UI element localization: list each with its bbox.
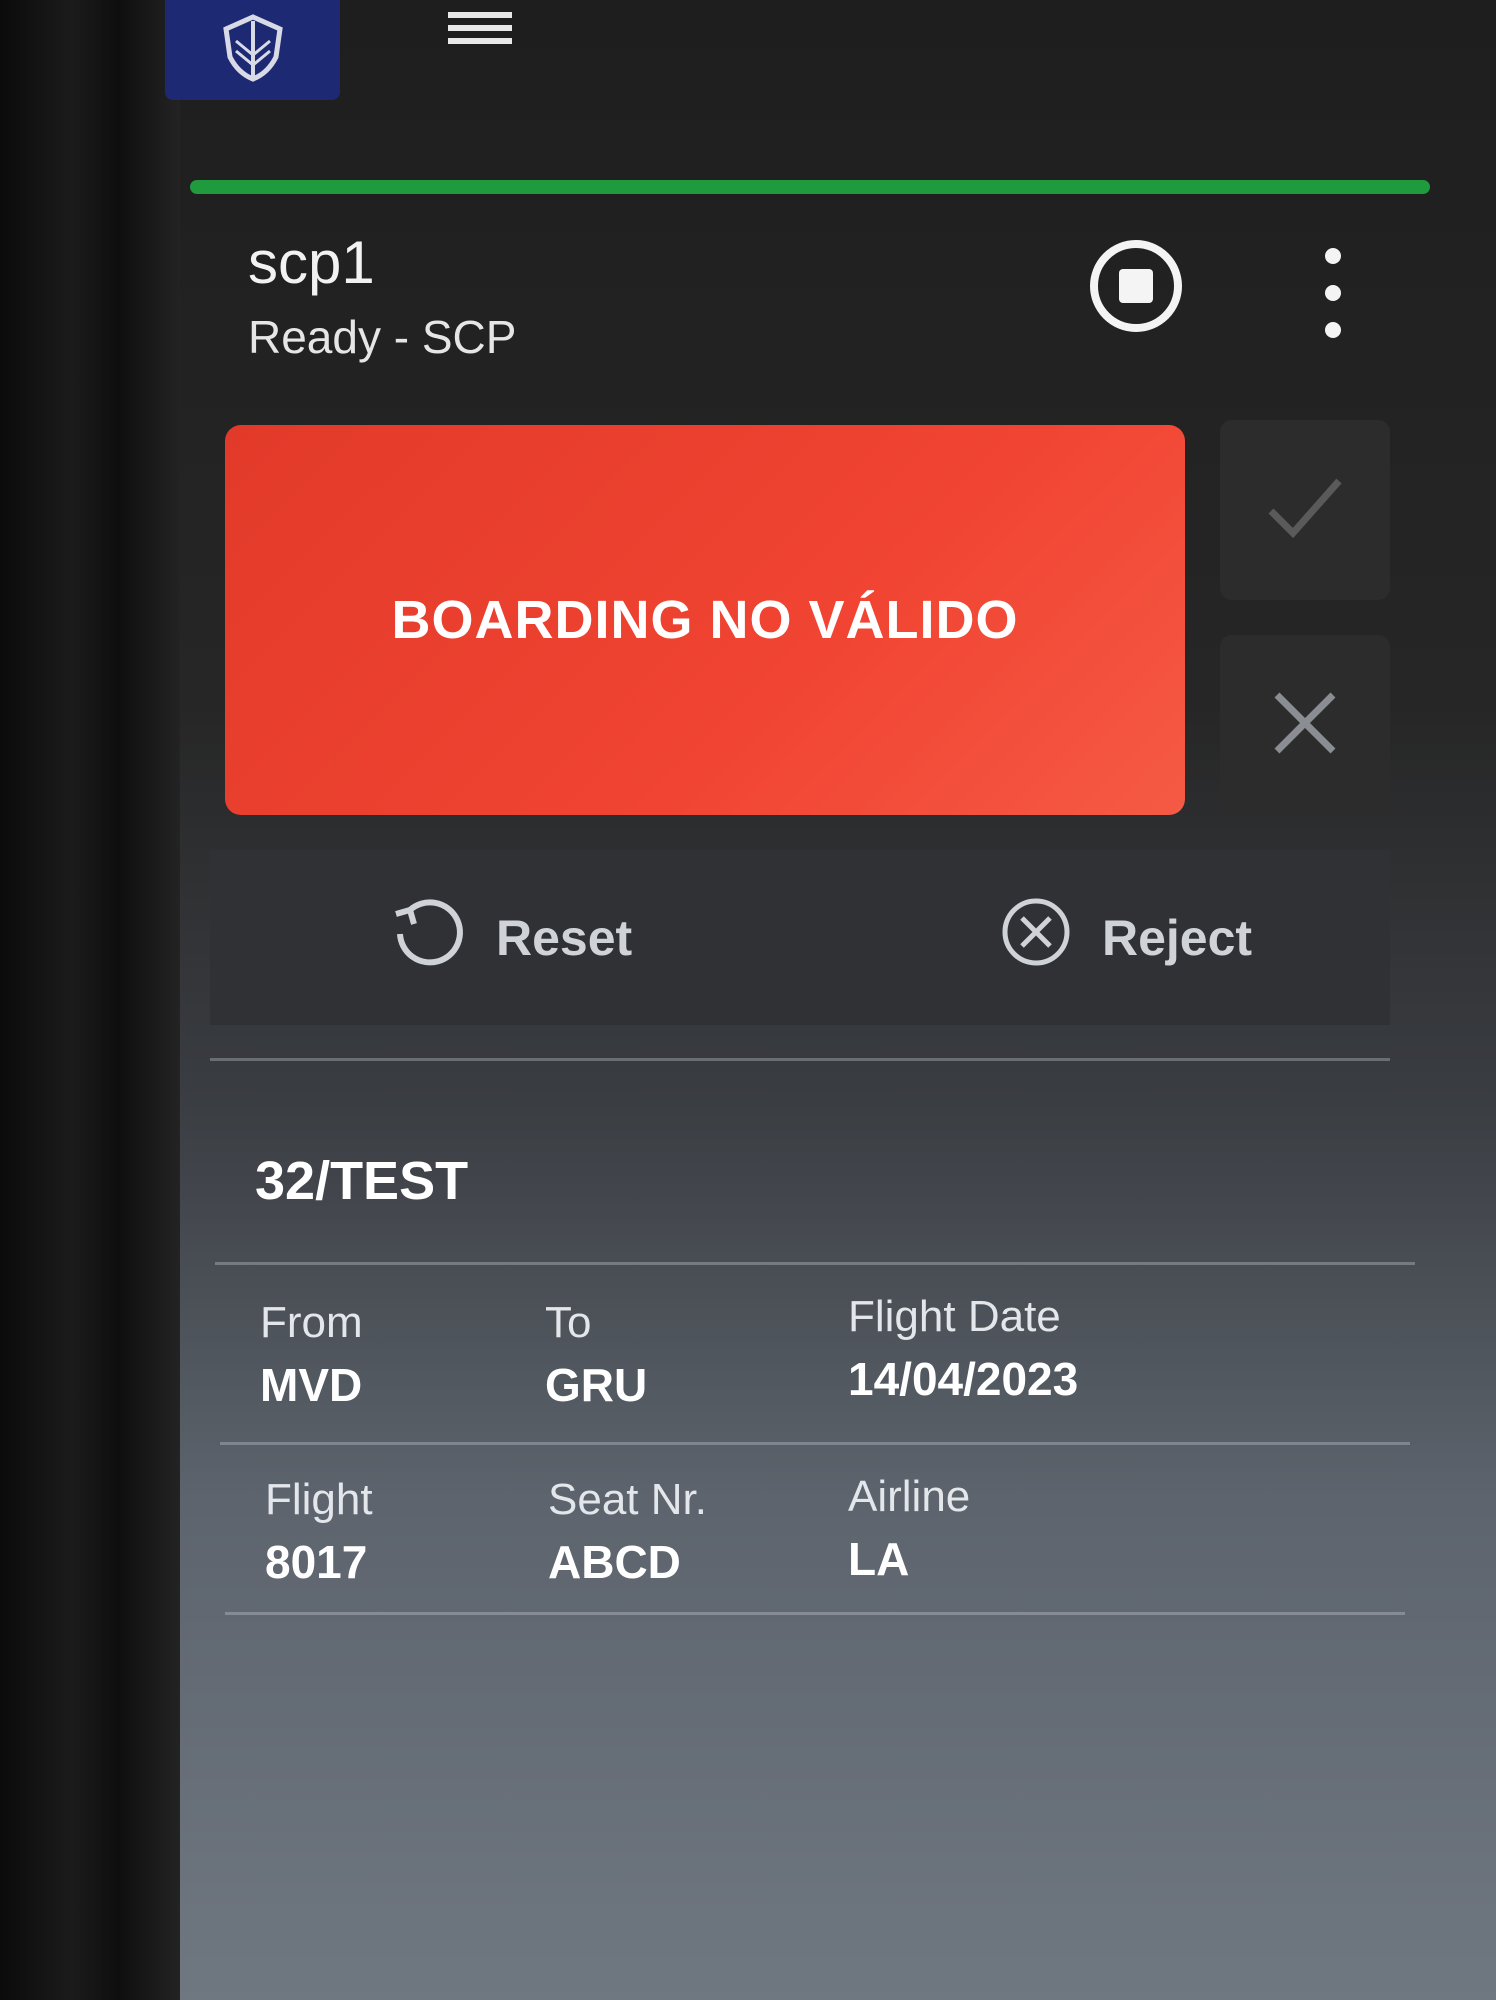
field-value-airline: LA [848, 1533, 910, 1585]
validation-result-text: BOARDING NO VÁLIDO [391, 590, 1019, 650]
station-name: scp1 [248, 229, 375, 296]
more-options-button[interactable] [1308, 248, 1358, 338]
check-icon [1265, 473, 1345, 548]
stop-button[interactable] [1090, 240, 1182, 332]
divider [215, 1262, 1415, 1265]
reset-label: Reset [496, 909, 633, 966]
hamburger-menu-icon [448, 8, 512, 53]
reject-label: Reject [1102, 909, 1253, 966]
divider [220, 1442, 1410, 1445]
more-vertical-icon [1325, 248, 1341, 264]
action-row: Reset Reject [210, 850, 1390, 1025]
field-label-seat: Seat Nr. [548, 1475, 707, 1524]
close-icon [1273, 691, 1337, 760]
cancel-circle-icon [1000, 896, 1102, 980]
field-value-seat: ABCD [548, 1536, 681, 1588]
deny-button[interactable] [1220, 635, 1390, 815]
field-value-to: GRU [545, 1359, 648, 1411]
divider [225, 1612, 1405, 1615]
reset-icon [390, 894, 496, 982]
field-value-from: MVD [260, 1359, 363, 1411]
field-value-flight-date: 14/04/2023 [848, 1353, 1079, 1405]
stop-circle-icon [1119, 269, 1153, 303]
app-logo [165, 0, 340, 100]
field-label-flight: Flight [265, 1475, 373, 1524]
accept-button[interactable] [1220, 420, 1390, 600]
field-label-airline: Airline [848, 1472, 971, 1521]
field-label-flight-date: Flight Date [848, 1292, 1061, 1341]
shield-logo-icon [218, 13, 288, 88]
station-status: Ready - SCP [248, 311, 517, 363]
menu-button[interactable] [440, 0, 520, 60]
reset-button[interactable]: Reset [390, 850, 632, 1025]
reject-button[interactable]: Reject [1000, 850, 1252, 1025]
device-bezel-edge [120, 0, 180, 2000]
divider [210, 1058, 1390, 1061]
field-value-flight: 8017 [265, 1536, 368, 1588]
passenger-name: 32/TEST [255, 1151, 469, 1211]
device-bezel [0, 0, 120, 2000]
validation-result-banner: BOARDING NO VÁLIDO [225, 425, 1185, 815]
field-label-to: To [545, 1298, 592, 1347]
field-label-from: From [260, 1298, 363, 1347]
connection-status-bar [190, 180, 1430, 194]
